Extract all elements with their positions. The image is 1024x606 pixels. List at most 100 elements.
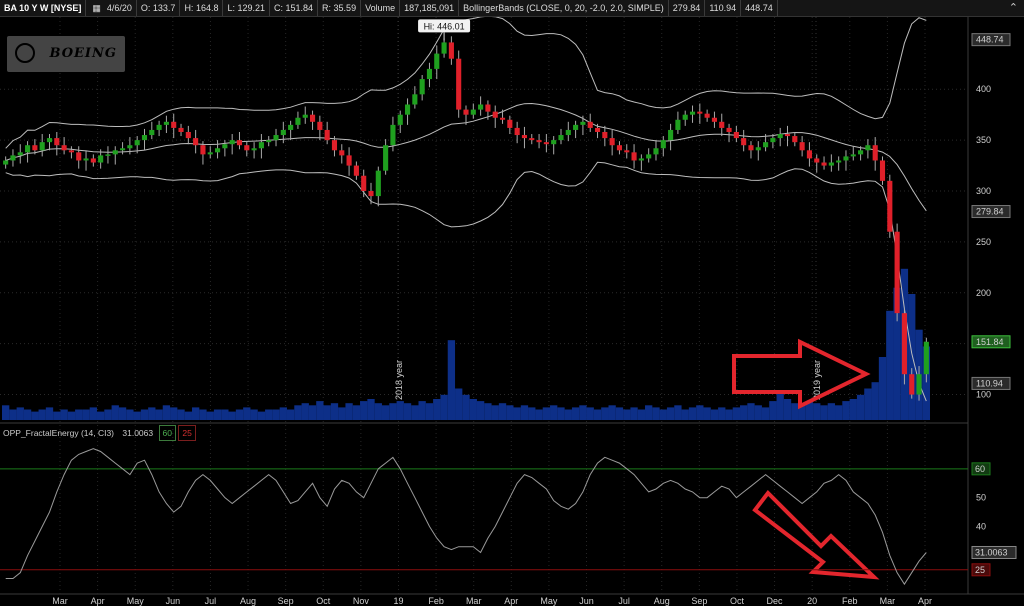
volume-bar — [374, 403, 382, 420]
volume-bar — [666, 407, 675, 420]
candle-up — [46, 138, 53, 143]
candle-up — [39, 142, 45, 151]
time-tick-label: Apr — [504, 596, 518, 606]
volume-bar — [878, 357, 887, 420]
candle-up — [3, 160, 9, 165]
volume-bar — [272, 409, 280, 420]
candle-down — [448, 42, 454, 59]
volume-bar — [330, 403, 339, 420]
candle-down — [236, 140, 243, 146]
collapse-icon[interactable]: ⌃ — [1009, 1, 1018, 14]
volume-bar — [813, 403, 821, 420]
volume-bar — [491, 405, 499, 420]
volume-bar — [564, 409, 572, 420]
volume-bar — [133, 411, 141, 420]
candle-up — [653, 148, 659, 155]
volume-bar — [425, 403, 434, 420]
volume-label: Volume — [361, 0, 401, 16]
volume-bar — [908, 294, 916, 420]
candle-down — [200, 145, 206, 155]
candle-down — [616, 145, 623, 151]
calendar-icon[interactable]: ▦ — [86, 0, 103, 16]
candle-up — [375, 170, 381, 197]
volume-bars — [2, 268, 930, 420]
candle-down — [368, 191, 374, 197]
volume-value: 187,185,091 — [400, 0, 460, 16]
candle-down — [821, 162, 827, 166]
price-candles — [3, 36, 929, 401]
candle-up — [163, 121, 169, 125]
volume-bar — [842, 401, 850, 420]
candle-up — [419, 79, 425, 95]
price-axis: 100150200250300350400448.74279.84151.841… — [971, 33, 1011, 400]
volume-bar — [308, 405, 317, 420]
volume-bar — [381, 405, 390, 420]
time-tick-label: Sep — [691, 596, 707, 606]
year-marker-label: 2018 year — [394, 360, 404, 400]
time-tick-label: 20 — [807, 596, 817, 606]
close-value: C: 151.84 — [270, 0, 319, 16]
indicator-value-label: 31.0063 — [975, 547, 1008, 557]
candle-up — [280, 129, 286, 136]
volume-bar — [637, 409, 646, 420]
candle-up — [777, 134, 783, 139]
volume-bar — [462, 394, 470, 420]
candle-up — [141, 135, 148, 141]
price-label-text: 151.84 — [976, 337, 1004, 347]
symbol-label[interactable]: BA 10 Y W [NYSE] — [0, 0, 87, 16]
price-tick-label: 100 — [976, 390, 991, 400]
study-label[interactable]: BollingerBands (CLOSE, 0, 20, -2.0, 2.0,… — [459, 0, 669, 16]
open-value: O: 133.7 — [137, 0, 181, 16]
candle-up — [470, 109, 476, 115]
chart-canvas[interactable]: 2018 year2019 year Hi: 446.01 1001502002… — [0, 0, 1024, 606]
candle-down — [171, 121, 177, 128]
logo-text: BOEING — [49, 46, 117, 61]
candle-down — [784, 134, 791, 137]
candle-down — [507, 119, 513, 128]
volume-bar — [67, 411, 76, 420]
bb-mid-value: 110.94 — [705, 0, 742, 16]
indicator-level-label: 60 — [975, 464, 985, 474]
volume-bar — [761, 407, 770, 420]
candle-up — [843, 156, 849, 161]
volume-bar — [367, 399, 375, 420]
candle-down — [879, 160, 886, 181]
candle-down — [76, 152, 82, 161]
time-tick-label: Oct — [730, 596, 745, 606]
candle-up — [397, 114, 403, 125]
upper-band-line — [5, 15, 927, 149]
candle-up — [682, 114, 688, 120]
volume-bar — [579, 405, 587, 420]
indicator-name[interactable]: OPP_FractalEnergy (14, CI3) — [0, 426, 117, 440]
volume-bar — [338, 407, 346, 420]
candle-up — [763, 142, 769, 148]
chart-header: BA 10 Y W [NYSE] ▦ 4/6/20 O: 133.7 H: 164.8 L… — [0, 0, 1024, 17]
volume-bar — [191, 407, 200, 420]
candle-down — [792, 136, 798, 143]
candle-down — [32, 145, 38, 151]
candle-up — [755, 147, 761, 151]
candle-down — [463, 109, 469, 115]
volume-bar — [608, 405, 616, 420]
time-tick-label: Oct — [316, 596, 331, 606]
volume-bar — [718, 407, 726, 420]
candle-down — [602, 131, 608, 139]
volume-bar — [688, 407, 697, 420]
candle-down — [536, 140, 542, 143]
candle-down — [346, 155, 352, 166]
volume-bar — [447, 340, 456, 420]
volume-bar — [586, 407, 594, 420]
time-tick-label: 19 — [393, 596, 403, 606]
volume-bar — [469, 399, 477, 420]
volume-bar — [681, 409, 689, 420]
volume-bar — [740, 405, 748, 420]
volume-bar — [820, 405, 828, 420]
candle-up — [551, 140, 557, 145]
candle-down — [353, 165, 359, 176]
volume-bar — [506, 405, 514, 420]
candle-down — [492, 111, 498, 118]
volume-bar — [783, 399, 792, 420]
volume-bar — [243, 407, 251, 420]
volume-bar — [403, 403, 412, 420]
candle-down — [711, 117, 717, 122]
